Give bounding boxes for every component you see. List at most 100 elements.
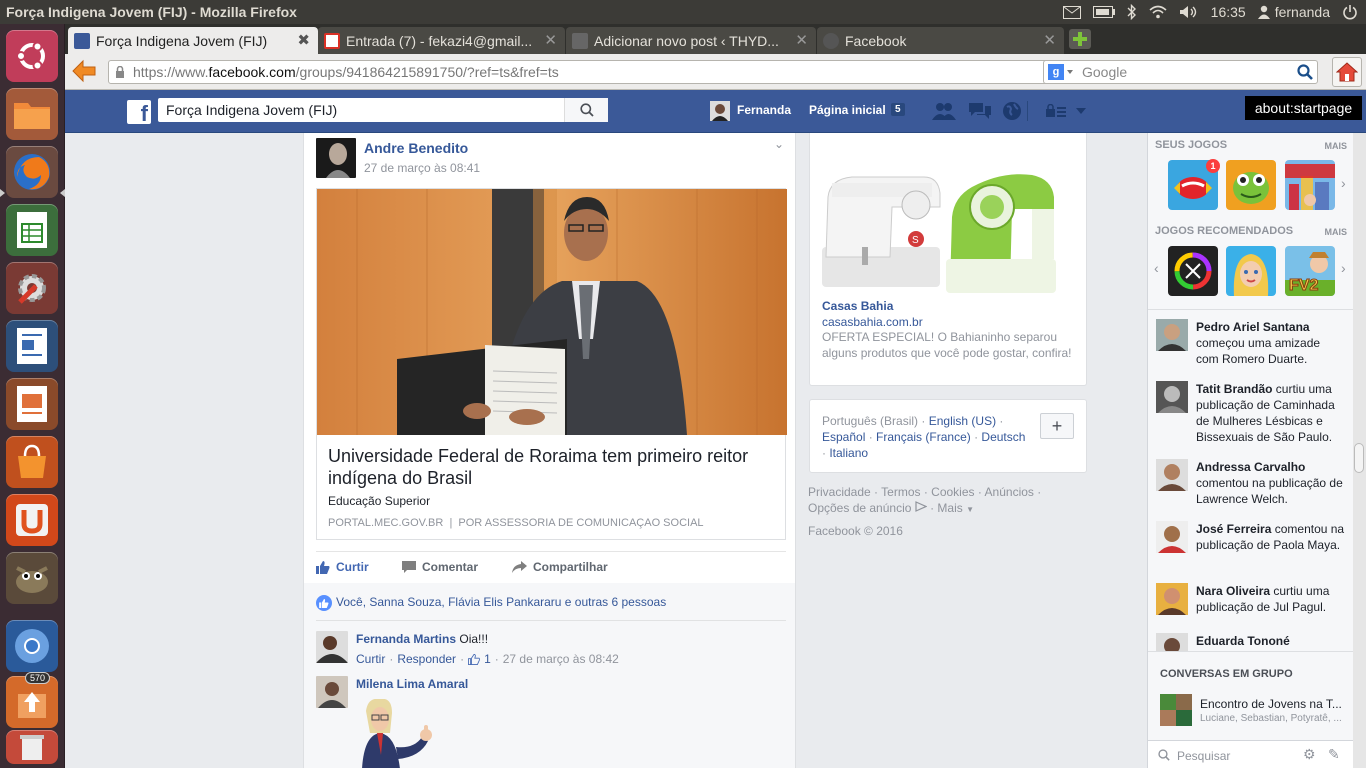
close-tab-icon[interactable]: ✕ (544, 31, 557, 49)
post-timestamp[interactable]: 27 de março às 08:41 (364, 161, 480, 175)
close-tab-icon[interactable]: ✖ (297, 31, 310, 49)
like-button[interactable]: Curtir (316, 560, 369, 574)
author-avatar[interactable] (316, 138, 356, 178)
ad-title[interactable]: Casas Bahia (822, 299, 893, 313)
language-italian[interactable]: Italiano (829, 446, 868, 460)
game-farmville-icon[interactable]: FV2 (1285, 246, 1335, 296)
adchoices-icon[interactable] (915, 501, 928, 512)
commenter-avatar[interactable] (316, 631, 348, 663)
clock[interactable]: 16:35 (1211, 4, 1246, 20)
comment-timestamp[interactable]: 27 de março às 08:42 (503, 652, 619, 666)
comment-like-link[interactable]: Curtir (356, 652, 385, 666)
ad-image[interactable]: S (822, 147, 1062, 297)
commenter-avatar[interactable] (316, 676, 348, 708)
group-chat-name[interactable]: Encontro de Jovens na T... (1200, 697, 1350, 711)
writer-icon[interactable] (6, 320, 58, 372)
chat-search-bar[interactable]: Pesquisar ⚙ ✎ (1148, 740, 1353, 768)
comment-reply-link[interactable]: Responder (397, 652, 456, 666)
ticker-avatar[interactable] (1156, 381, 1188, 413)
power-icon[interactable] (1342, 4, 1358, 23)
software-center-icon[interactable] (6, 436, 58, 488)
share-button[interactable]: Compartilhar (512, 560, 608, 574)
bluetooth-icon[interactable] (1127, 4, 1137, 20)
game-frog-icon[interactable] (1226, 160, 1276, 210)
likes-summary[interactable]: Você, Sanna Souza, Flávia Elis Pankararu… (316, 583, 786, 621)
footer-privacy[interactable]: Privacidade (808, 485, 871, 499)
profile-avatar[interactable] (710, 101, 730, 121)
link-title[interactable]: Universidade Federal de Roraima tem prim… (328, 445, 768, 489)
search-engine-dropdown-icon[interactable] (1067, 70, 1073, 74)
back-button[interactable] (71, 59, 97, 86)
notifications-globe-icon[interactable] (1002, 101, 1022, 124)
ad-url[interactable]: casasbahia.com.br (822, 315, 923, 329)
close-tab-icon[interactable]: ✕ (1043, 31, 1056, 49)
messages-icon[interactable] (969, 101, 991, 124)
gimp-icon[interactable] (6, 552, 58, 604)
ubuntu-dash-icon[interactable] (6, 30, 58, 82)
settings-icon[interactable] (6, 262, 58, 314)
tab-gmail[interactable]: Entrada (7) - fekazi4@gmail... ✕ (318, 27, 565, 54)
comment-author[interactable]: Fernanda Martins (356, 632, 456, 646)
recommended-next-arrow-icon[interactable]: › (1341, 260, 1346, 276)
ticker-avatar[interactable] (1156, 521, 1188, 553)
tab-forca-indigena[interactable]: Força Indigena Jovem (FIJ) ✖ (68, 27, 318, 54)
url-bar[interactable]: https://www. facebook.com/groups/94186421… (108, 60, 1097, 84)
friend-requests-icon[interactable] (932, 102, 956, 123)
likes-text[interactable]: Você, Sanna Souza, Flávia Elis Pankararu… (336, 595, 666, 609)
facebook-search-input[interactable]: Força Indigena Jovem (FIJ) (158, 98, 608, 122)
ticker-item[interactable]: Eduarda Tononé (1156, 633, 1346, 651)
footer-cookies[interactable]: Cookies (931, 485, 974, 499)
calc-icon[interactable] (6, 204, 58, 256)
chat-settings-gear-icon[interactable]: ⚙ (1303, 746, 1316, 763)
profile-link[interactable]: Fernanda (737, 103, 791, 117)
battery-icon[interactable] (1092, 6, 1115, 18)
page-scrollbar[interactable] (1353, 133, 1366, 768)
footer-terms[interactable]: Termos (881, 485, 920, 499)
games-prev-arrow-icon[interactable]: ‹ (1154, 260, 1159, 276)
tab-wordpress[interactable]: Adicionar novo post ‹ THYD... ✕ (566, 27, 816, 54)
more-dropdown-icon[interactable]: ▼ (966, 505, 974, 514)
wifi-icon[interactable] (1149, 5, 1167, 19)
link-preview-image[interactable] (317, 189, 787, 435)
games-next-arrow-icon[interactable]: › (1341, 175, 1346, 191)
mail-icon[interactable] (1062, 5, 1081, 19)
recommended-more-link[interactable]: MAIS (1325, 227, 1348, 237)
home-button[interactable] (1332, 57, 1362, 87)
comment-button[interactable]: Comentar (402, 560, 478, 574)
post-author[interactable]: Andre Benedito (364, 140, 468, 156)
language-german[interactable]: Deutsch (981, 430, 1025, 444)
language-english[interactable]: English (US) (929, 414, 996, 428)
user-menu[interactable]: fernanda (1257, 4, 1330, 20)
footer-ads[interactable]: Anúncios (985, 485, 1034, 499)
privacy-shortcuts-icon[interactable] (1046, 103, 1066, 121)
ticker-avatar[interactable] (1156, 319, 1188, 351)
comment-author[interactable]: Milena Lima Amaral (356, 677, 468, 691)
game-color-switch-icon[interactable] (1168, 246, 1218, 296)
close-tab-icon[interactable]: ✕ (795, 31, 808, 49)
impress-icon[interactable] (6, 378, 58, 430)
new-tab-button[interactable] (1069, 29, 1091, 49)
search-icon[interactable] (1297, 64, 1313, 83)
google-icon[interactable]: g (1048, 64, 1064, 80)
firefox-icon[interactable] (6, 146, 58, 198)
group-chat-avatar[interactable] (1160, 694, 1192, 726)
ubuntu-one-icon[interactable] (6, 494, 58, 546)
ticker-avatar[interactable] (1156, 633, 1188, 651)
my-games-more-link[interactable]: MAIS (1325, 141, 1348, 151)
facebook-search-button[interactable] (564, 98, 608, 122)
footer-adchoices[interactable]: Opções de anúncio (808, 501, 911, 515)
home-link[interactable]: Página inicial (809, 103, 886, 117)
facebook-logo-icon[interactable]: f (127, 100, 151, 124)
trash-icon[interactable] (6, 730, 58, 764)
game-blonde-girl-icon[interactable] (1226, 246, 1276, 296)
tab-facebook[interactable]: Facebook ✕ (817, 27, 1064, 54)
sponsored-ad[interactable]: S Casas Bahia casasbahia.com.br OFERTA E… (809, 133, 1087, 386)
ticker-avatar[interactable] (1156, 583, 1188, 615)
comment-like-count[interactable]: 1 (484, 652, 491, 666)
files-icon[interactable] (6, 88, 58, 140)
ticker-avatar[interactable] (1156, 459, 1188, 491)
post-options-chevron-icon[interactable]: ⌄ (774, 137, 784, 151)
chromium-icon[interactable] (6, 620, 58, 672)
add-language-button[interactable]: + (1040, 413, 1074, 439)
scrollbar-thumb[interactable] (1354, 443, 1364, 473)
